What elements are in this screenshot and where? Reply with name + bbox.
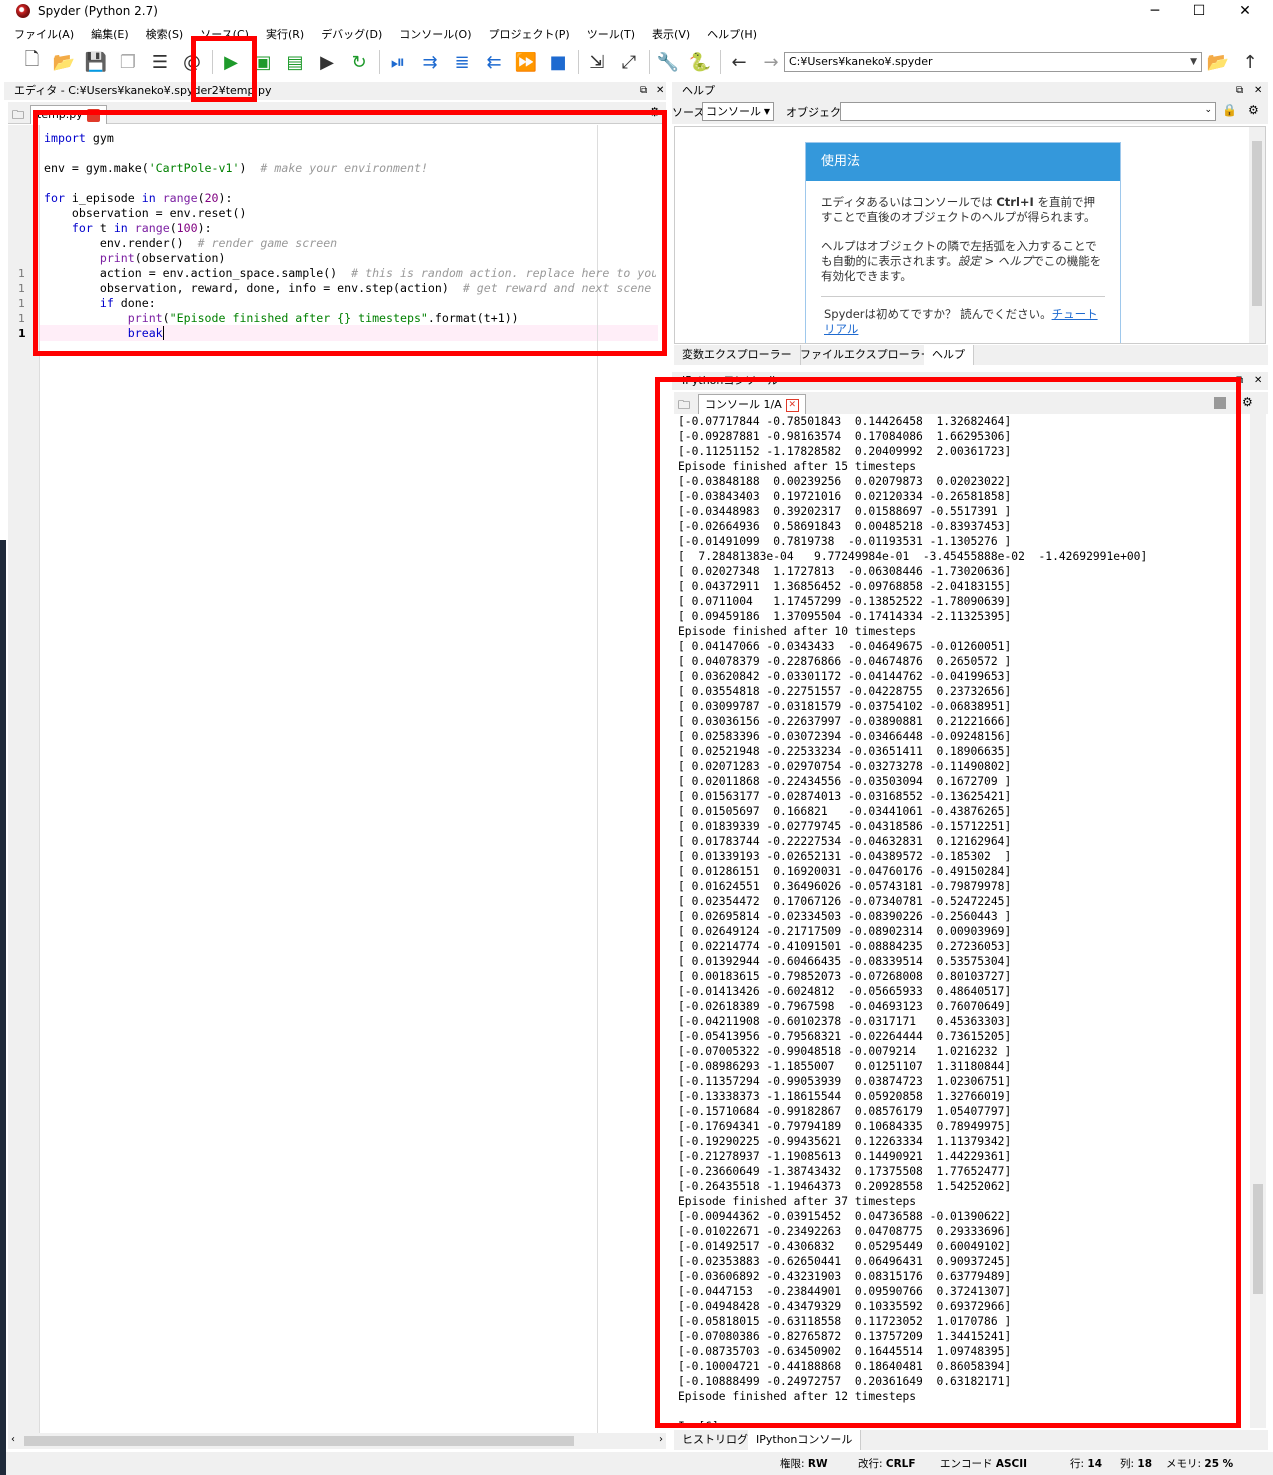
console-dock-tabs: ヒストリログ IPythonコンソール xyxy=(674,1430,1268,1450)
chevron-down-icon: ▼ xyxy=(763,107,770,116)
help-header-title: ヘルプ xyxy=(682,84,715,97)
usage-paragraph-1: エディタあるいはコンソールでは Ctrl+I を直前で押すことで直後のオブジェク… xyxy=(821,195,1096,224)
maximize-button[interactable]: ☐ xyxy=(1176,0,1222,22)
source-combo-value: コンソール xyxy=(706,105,761,118)
title-bar: Spyder (Python 2.7) ─ ☐ ✕ xyxy=(0,0,1273,22)
step-icon[interactable]: ⇉ xyxy=(418,50,442,74)
menu-help[interactable]: ヘルプ(H) xyxy=(707,26,757,42)
close-button[interactable]: ✕ xyxy=(1222,0,1268,22)
status-bar: 権限: RW 改行: CRLF エンコード ASCII 行: 14 列: 18 … xyxy=(0,1452,1273,1475)
scrollbar-thumb[interactable] xyxy=(24,1436,574,1446)
help-pane-header: ヘルプ ⧉ ✕ xyxy=(672,82,1268,100)
usage-paragraph-3: Spyderは初めてですか？ 読んでください。チュートリアル xyxy=(824,307,1098,336)
usage-card: 使用法 エディタあるいはコンソールでは Ctrl+I を直前で押すことで直後のオ… xyxy=(805,142,1121,343)
source-label: ソース xyxy=(672,106,705,119)
annotation-box-run xyxy=(191,36,257,102)
undock-icon[interactable]: ⧉ xyxy=(640,82,647,100)
browse-tabs-icon[interactable]: 🗀 xyxy=(12,106,24,127)
working-directory-value: C:¥Users¥kaneko¥.spyder xyxy=(789,55,933,68)
tab-variable-explorer[interactable]: 変数エクスプローラー xyxy=(674,345,801,365)
continue-icon[interactable]: ⏩ xyxy=(514,50,538,74)
help-viewer: 使用法 エディタあるいはコンソールでは Ctrl+I を直前で押すことで直後のオ… xyxy=(674,126,1266,344)
maximize-pane-icon[interactable]: ⇲ xyxy=(585,50,609,74)
divider xyxy=(821,296,1105,297)
chevron-down-icon: ▼ xyxy=(1190,57,1197,67)
rerun-icon[interactable]: ↻ xyxy=(347,50,371,74)
editor-horizontal-scrollbar[interactable]: ‹ › xyxy=(8,1433,666,1449)
toolbar-separator xyxy=(379,50,380,74)
status-memory: メモリ: 25 % xyxy=(1166,1458,1234,1470)
forward-arrow-icon[interactable]: → xyxy=(759,50,783,74)
save-icon[interactable]: 💾 xyxy=(84,50,108,74)
usage-card-title: 使用法 xyxy=(806,143,1120,181)
step-return-icon[interactable]: ⇇ xyxy=(482,50,506,74)
preferences-wrench-icon[interactable]: 🔧 xyxy=(656,50,680,74)
options-gear-icon[interactable]: ⚙ xyxy=(1248,103,1259,117)
toolbar-separator xyxy=(720,50,721,74)
options-gear-icon[interactable]: ⚙ xyxy=(1242,395,1253,409)
menu-file[interactable]: ファイル(A) xyxy=(14,26,74,42)
menu-console[interactable]: コンソール(O) xyxy=(399,26,471,42)
editor-pane-header: エディタ - C:¥Users¥kaneko¥.spyder2¥temp.py … xyxy=(4,82,666,100)
back-arrow-icon[interactable]: ← xyxy=(727,50,751,74)
menu-edit[interactable]: 編集(E) xyxy=(91,26,129,42)
save-all-icon[interactable]: ❐ xyxy=(116,50,140,74)
tab-help[interactable]: ヘルプ xyxy=(924,345,974,365)
undock-icon[interactable]: ⧉ xyxy=(1236,82,1243,100)
menu-view[interactable]: 表示(V) xyxy=(652,26,690,42)
debug-icon[interactable]: ⏯ xyxy=(386,50,410,74)
scroll-left-icon[interactable]: ‹ xyxy=(11,1434,15,1445)
toolbar-separator xyxy=(649,50,650,74)
menu-run[interactable]: 実行(R) xyxy=(266,26,304,42)
fullscreen-icon[interactable]: ⤢ xyxy=(617,50,641,74)
status-line: 行: 14 xyxy=(1070,1458,1103,1470)
help-vertical-scrollbar[interactable] xyxy=(1249,127,1265,343)
object-combo[interactable]: ⌄ xyxy=(840,102,1216,121)
toolbar-separator xyxy=(578,50,579,74)
menu-search[interactable]: 検索(S) xyxy=(146,26,184,42)
source-combo[interactable]: コンソール ▼ xyxy=(702,102,774,121)
lock-icon[interactable]: 🔒 xyxy=(1222,103,1237,117)
scroll-right-icon[interactable]: › xyxy=(659,1434,663,1445)
outline-list-icon[interactable]: ☰ xyxy=(148,50,172,74)
status-column: 列: 18 xyxy=(1120,1458,1153,1470)
close-pane-icon[interactable]: ✕ xyxy=(656,82,664,100)
step-into-icon[interactable]: ≣ xyxy=(450,50,474,74)
menu-projects[interactable]: プロジェクト(P) xyxy=(489,26,570,42)
menu-tools[interactable]: ツール(T) xyxy=(587,26,635,42)
status-eol: 改行: CRLF xyxy=(858,1458,916,1470)
annotation-box-code xyxy=(33,110,667,356)
chevron-down-icon: ⌄ xyxy=(1204,105,1212,115)
spyder-logo-icon xyxy=(16,4,30,18)
scrollbar-thumb[interactable] xyxy=(1252,141,1262,306)
tab-ipython-console[interactable]: IPythonコンソール xyxy=(748,1430,862,1450)
background-window-sliver xyxy=(0,540,6,1475)
annotation-box-console xyxy=(655,377,1241,1428)
working-directory-combo[interactable]: C:¥Users¥kaneko¥.spyder ▼ xyxy=(784,52,1202,72)
help-dock-tabs: 変数エクスプローラー ファイルエクスプローラー ヘルプ xyxy=(674,345,1268,365)
python-path-icon[interactable]: 🐍 xyxy=(688,50,712,74)
status-encoding: エンコード ASCII xyxy=(940,1458,1028,1470)
scrollbar-thumb[interactable] xyxy=(1253,1184,1263,1294)
usage-paragraph-2: ヘルプはオブジェクトの隣で左括弧を入力することでも自動的に表示されます。設定 >… xyxy=(821,239,1102,283)
tab-file-explorer[interactable]: ファイルエクスプローラー xyxy=(792,345,941,365)
close-pane-icon[interactable]: ✕ xyxy=(1254,372,1262,390)
run-selection-icon[interactable]: ▶ xyxy=(315,50,339,74)
status-permissions: 権限: RW xyxy=(780,1458,828,1470)
new-file-icon[interactable]: 🗋 xyxy=(20,49,44,74)
tab-history-log[interactable]: ヒストリログ xyxy=(674,1430,757,1450)
help-toolbar: ソース コンソール ▼ オブジェクト ⌄ 🔒 ⚙ xyxy=(672,100,1268,124)
minimize-button[interactable]: ─ xyxy=(1132,0,1178,22)
parent-directory-icon[interactable]: ↑ xyxy=(1238,50,1262,74)
stop-debug-icon[interactable]: ■ xyxy=(546,50,570,74)
menu-debug[interactable]: デバッグ(D) xyxy=(321,26,382,42)
open-file-icon[interactable]: 📂 xyxy=(52,50,76,74)
close-pane-icon[interactable]: ✕ xyxy=(1254,82,1262,100)
console-vertical-scrollbar[interactable] xyxy=(1250,414,1266,1428)
window-title: Spyder (Python 2.7) xyxy=(38,4,158,18)
run-cell-advance-icon[interactable]: ▤ xyxy=(283,50,307,74)
browse-folder-icon[interactable]: 📂 xyxy=(1206,50,1230,74)
